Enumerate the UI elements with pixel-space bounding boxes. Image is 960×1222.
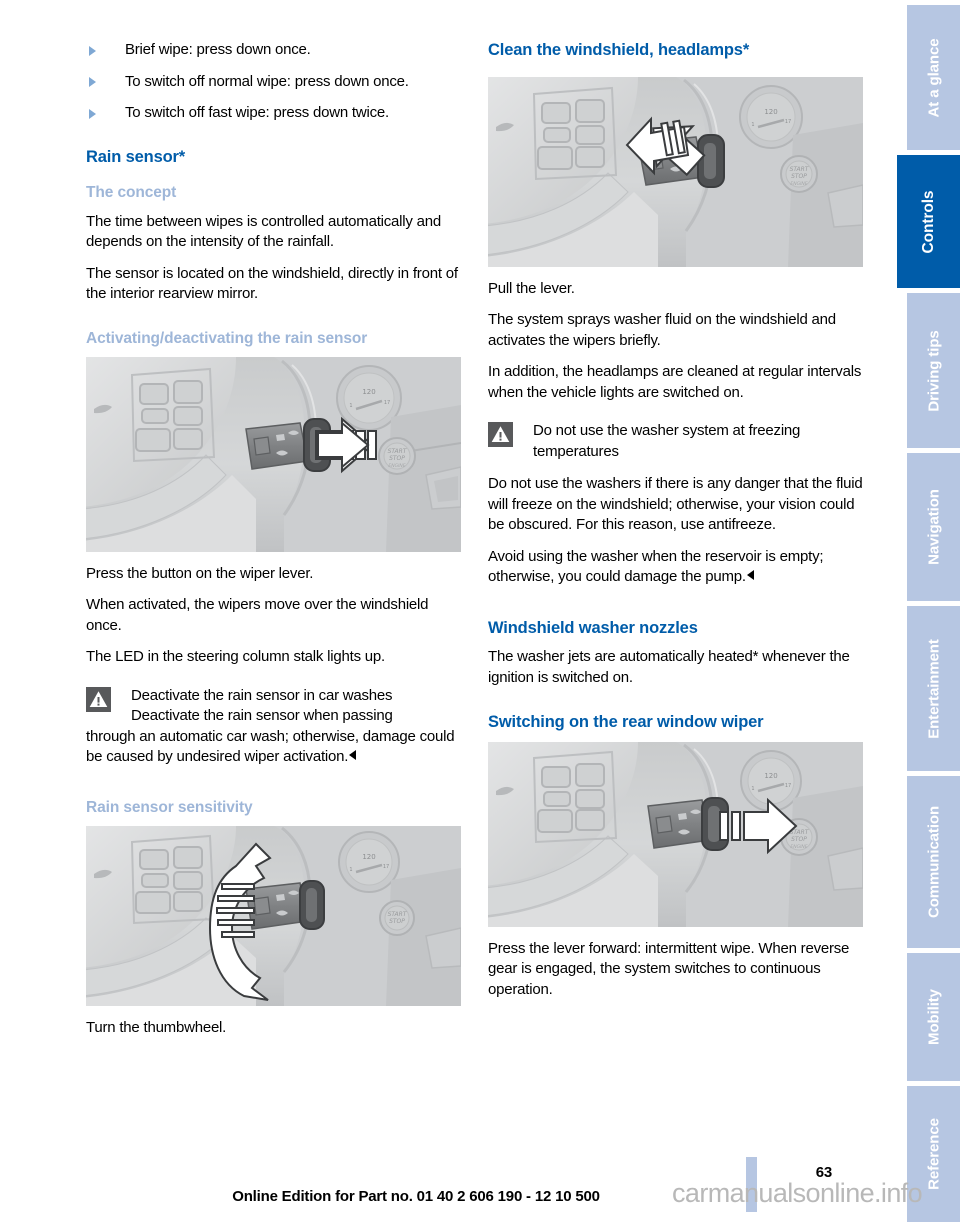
tab-at-a-glance[interactable]: At a glance — [904, 5, 960, 150]
triangle-bullet-icon — [89, 77, 96, 87]
rear-wiper-caption: Press the lever forward: intermittent wi… — [488, 939, 850, 998]
tab-label: Controls — [919, 190, 937, 253]
washer-jets-paragraph: The washer jets are automatically heated… — [488, 648, 850, 686]
figure-clean-windshield: 120 1 17 START STOP ENGINE — [488, 76, 863, 267]
svg-text:1: 1 — [751, 122, 754, 128]
tab-controls[interactable]: Controls — [894, 155, 960, 288]
list-item-label: Brief wipe: press down once. — [125, 41, 311, 58]
tab-label: At a glance — [925, 38, 942, 117]
right-column: Clean the windshield, headlamps* 120 1 1… — [488, 40, 864, 1000]
svg-text:120: 120 — [764, 772, 777, 780]
spray-washer-paragraph: The system sprays washer fluid on the wi… — [488, 311, 836, 349]
svg-text:1: 1 — [751, 786, 754, 792]
tab-label: Entertainment — [925, 638, 942, 739]
svg-text:1: 1 — [349, 403, 352, 409]
list-item: To switch off normal wipe: press down on… — [86, 72, 462, 93]
tab-label: Driving tips — [925, 329, 942, 412]
figure-rear-window-wiper: 120 1 17 START STOP ENGINE — [488, 741, 863, 927]
svg-text:ENGINE: ENGINE — [790, 181, 807, 187]
warning-body-rest: through an automatic car wash; otherwise… — [86, 727, 455, 766]
svg-text:STOP: STOP — [791, 173, 807, 180]
list-item-label: To switch off fast wipe: press down twic… — [125, 104, 389, 121]
svg-text:17: 17 — [785, 783, 791, 789]
section-end-marker — [349, 750, 357, 761]
page-number: 63 — [815, 1164, 832, 1181]
svg-text:STOP: STOP — [791, 836, 807, 843]
wipers-move-paragraph: When activated, the wipers move over the… — [86, 596, 429, 634]
svg-text:STOP: STOP — [389, 455, 405, 462]
svg-text:17: 17 — [383, 864, 389, 870]
list-item: To switch off fast wipe: press down twic… — [86, 103, 462, 124]
warning-title: Do not use the washer system at freezing… — [533, 422, 801, 460]
warning-freezing-temperatures: Do not use the washer system at freezing… — [488, 421, 864, 463]
concept-paragraph-1: The time between wipes is controlled aut… — [86, 212, 441, 251]
page-footer: 63 Online Edition for Part no. 01 40 2 6… — [0, 1142, 894, 1222]
tab-entertainment[interactable]: Entertainment — [904, 606, 960, 771]
tab-communication[interactable]: Communication — [904, 776, 960, 948]
list-item-label: To switch off normal wipe: press down on… — [125, 72, 409, 90]
svg-text:120: 120 — [362, 388, 375, 396]
tab-label: Reference — [925, 1118, 942, 1190]
press-button-paragraph: Press the button on the wiper lever. — [86, 564, 314, 582]
triangle-bullet-icon — [89, 108, 96, 119]
heading-rain-sensor-sensitivity: Rain sensor sensitivity — [86, 798, 253, 816]
concept-paragraph-2: The sensor is located on the windshield,… — [86, 264, 458, 303]
thumbwheel-caption: Turn the thumbwheel. — [86, 1019, 227, 1037]
svg-text:120: 120 — [764, 108, 777, 116]
svg-text:START: START — [388, 911, 408, 918]
tab-mobility[interactable]: Mobility — [904, 953, 960, 1081]
warning-title: Deactivate the rain sensor in car washes — [131, 686, 393, 704]
section-end-marker — [746, 570, 754, 581]
svg-text:17: 17 — [785, 119, 791, 125]
heading-activating-deactivating: Activating/deactivating the rain sensor — [86, 329, 368, 347]
chapter-tab-rail: At a glance Controls Driving tips Naviga… — [894, 0, 960, 1222]
tab-reference[interactable]: Reference — [904, 1086, 960, 1222]
svg-text:STOP: STOP — [389, 918, 405, 925]
heading-rain-sensor: Rain sensor* — [86, 147, 186, 166]
figure-activating-rain-sensor: 120 1 17 START STOP ENGINE — [86, 356, 461, 552]
warning-triangle-icon — [86, 686, 111, 712]
left-column: Brief wipe: press down once. To switch o… — [86, 40, 462, 1039]
heading-the-concept: The concept — [86, 184, 177, 202]
empty-reservoir-paragraph: Avoid using the washer when the reservoi… — [488, 547, 824, 586]
heading-washer-nozzles: Windshield washer nozzles — [488, 618, 698, 637]
heading-rear-window-wiper: Switching on the rear window wiper — [488, 713, 764, 732]
tab-driving-tips[interactable]: Driving tips — [904, 293, 960, 448]
svg-text:START: START — [790, 166, 810, 173]
wipe-instruction-list: Brief wipe: press down once. To switch o… — [86, 40, 462, 124]
svg-text:17: 17 — [384, 400, 390, 406]
footer-blue-bar — [746, 1157, 757, 1212]
tab-label: Mobility — [925, 989, 942, 1045]
manual-page: Brief wipe: press down once. To switch o… — [0, 0, 960, 1222]
figure-rain-sensor-sensitivity: 120 1 17 START STOP — [86, 826, 461, 1007]
footer-edition-line: Online Edition for Part no. 01 40 2 606 … — [232, 1188, 600, 1205]
pull-lever-paragraph: Pull the lever. — [488, 279, 575, 297]
triangle-bullet-icon — [89, 45, 96, 56]
headlamps-cleaned-paragraph: In addition, the headlamps are cleaned a… — [488, 363, 862, 401]
warning-triangle-icon — [488, 422, 513, 448]
warning-car-wash: Deactivate the rain sensor in car washes… — [86, 686, 462, 768]
svg-text:ENGINE: ENGINE — [388, 463, 405, 469]
list-item: Brief wipe: press down once. — [86, 40, 462, 61]
svg-text:ENGINE: ENGINE — [790, 844, 807, 850]
led-lights-paragraph: The LED in the steering column stalk lig… — [86, 648, 385, 666]
antifreeze-paragraph: Do not use the washers if there is any d… — [488, 475, 863, 534]
svg-text:START: START — [388, 448, 408, 455]
svg-text:1: 1 — [349, 867, 352, 873]
tab-label: Communication — [925, 805, 942, 919]
warning-body-lead: Deactivate the rain sensor when passing — [131, 707, 393, 725]
svg-text:120: 120 — [362, 853, 375, 861]
tab-label: Navigation — [925, 489, 942, 565]
heading-clean-windshield: Clean the windshield, headlamps* — [488, 41, 750, 59]
tab-navigation[interactable]: Navigation — [904, 453, 960, 601]
